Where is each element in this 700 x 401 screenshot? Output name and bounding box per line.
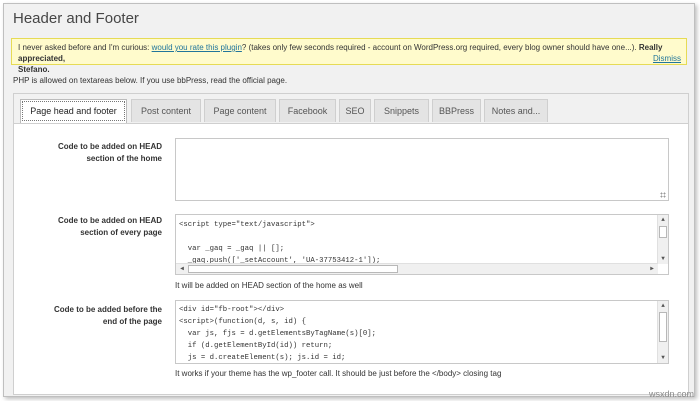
tab-facebook[interactable]: Facebook (279, 99, 336, 122)
code-line: js = d.createElement(s); js.id = id; (179, 354, 346, 362)
tab-post-content[interactable]: Post content (131, 99, 201, 122)
head-every-page-textarea[interactable]: <script type="text/javascript"> var _gaq… (175, 214, 669, 275)
code-lines: <div id="fb-root"></div> <script>(functi… (179, 304, 377, 363)
label-line: end of the page (102, 317, 162, 326)
dismiss-link[interactable]: Dismiss (653, 53, 681, 64)
rating-notice: I never asked before and I'm curious: wo… (11, 38, 687, 74)
code-line: <script type="text/javascript"> (179, 221, 315, 229)
head-every-page-label: Code to be added on HEAD section of ever… (24, 215, 162, 239)
triangle-left-icon[interactable]: ◀ (177, 266, 187, 272)
page-title: Header and Footer (13, 10, 139, 27)
resize-grip-icon[interactable] (660, 192, 666, 198)
tab-page-content[interactable]: Page content (204, 99, 276, 122)
before-end-textarea[interactable]: <div id="fb-root"></div> <script>(functi… (175, 300, 669, 364)
watermark: wsxdn.com (648, 389, 694, 399)
notice-text-2: ? (takes only few seconds required - acc… (241, 43, 637, 52)
settings-window: Header and Footer I never asked before a… (3, 3, 695, 397)
notice-signature: Stefano. (18, 65, 50, 74)
tab-page-head-and-footer[interactable]: Page head and footer (20, 99, 127, 123)
head-home-label: Code to be added on HEAD section of the … (24, 141, 162, 165)
code-line: <script>(function(d, s, id) { (179, 318, 306, 326)
code-line: if (d.getElementById(id)) return; (179, 342, 333, 350)
tab-seo[interactable]: SEO (339, 99, 371, 122)
rate-plugin-link[interactable]: would you rate this plugin (152, 43, 242, 52)
notice-text: I never asked before and I'm curious: (18, 43, 150, 52)
triangle-up-icon[interactable]: ▲ (658, 217, 668, 223)
triangle-down-icon[interactable]: ▼ (658, 355, 668, 361)
code-line: var _gaq = _gaq || []; (179, 245, 285, 253)
code-line: var js, fjs = d.getElementsByTagName(s)[… (179, 330, 377, 338)
before-end-hint: It works if your theme has the wp_footer… (175, 369, 502, 378)
head-home-textarea[interactable] (175, 138, 669, 201)
code-line: <div id="fb-root"></div> (179, 306, 285, 314)
code-lines: <script type="text/javascript"> var _gaq… (179, 219, 380, 267)
php-note: PHP is allowed on textareas below. If yo… (13, 76, 288, 85)
tab-snippets[interactable]: Snippets (374, 99, 429, 122)
horizontal-scrollbar[interactable]: ◀ ▶ (176, 263, 658, 274)
label-line: Code to be added on HEAD (58, 142, 162, 151)
label-line: section of the home (86, 154, 162, 163)
label-line: Code to be added before the (53, 305, 162, 314)
head-every-page-hint: It will be added on HEAD section of the … (175, 281, 363, 290)
triangle-down-icon[interactable]: ▼ (658, 256, 668, 262)
tab-panel: Page head and footer Post content Page c… (13, 93, 689, 395)
tab-notes[interactable]: Notes and... (484, 99, 548, 122)
triangle-up-icon[interactable]: ▲ (658, 303, 668, 309)
label-line: Code to be added on HEAD (58, 216, 162, 225)
scroll-thumb[interactable] (659, 312, 667, 342)
triangle-right-icon[interactable]: ▶ (647, 266, 657, 272)
scroll-thumb[interactable] (188, 265, 398, 273)
tab-bbpress[interactable]: BBPress (432, 99, 481, 122)
before-end-label: Code to be added before the end of the p… (24, 304, 162, 328)
label-line: section of every page (80, 228, 162, 237)
vertical-scrollbar[interactable]: ▲ ▼ (657, 215, 668, 264)
tab-bar: Page head and footer Post content Page c… (14, 94, 688, 124)
vertical-scrollbar[interactable]: ▲ ▼ (657, 301, 668, 363)
scroll-thumb[interactable] (659, 226, 667, 238)
